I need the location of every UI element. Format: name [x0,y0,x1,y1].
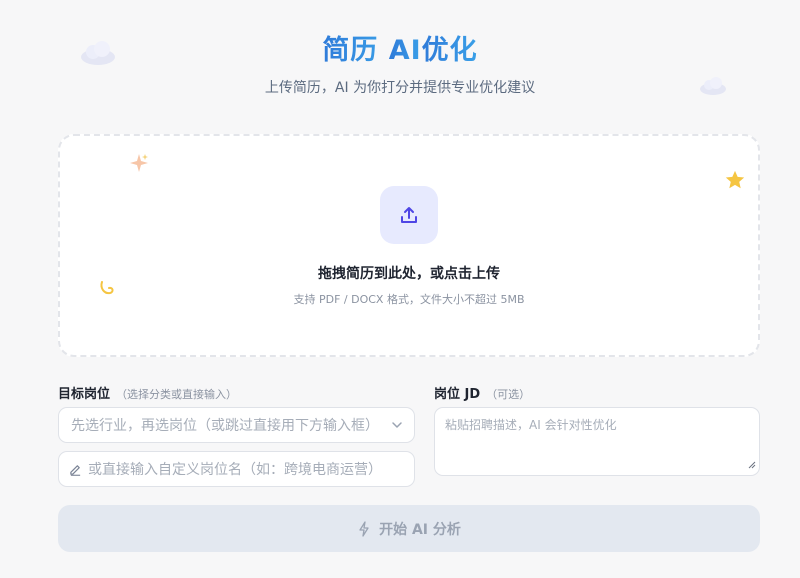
lightning-icon [357,520,371,537]
title-prefix: 简历 [322,35,389,66]
pencil-icon [69,463,82,476]
jd-label: 岗位 JD （可选） [434,383,530,402]
resume-optimizer-page: 简历 AI优化 上传简历，AI 为你打分并提供专业优化建议 拖拽简历到此处，或点… [0,0,800,578]
title-ai: AI [388,35,422,66]
target-position-hint: （选择分类或直接输入） [116,388,238,401]
position-select-placeholder: 先选行业，再选岗位（或跳过直接用下方输入框） [71,418,379,434]
start-analysis-button[interactable]: 开始 AI 分析 [58,505,760,552]
resize-handle-icon[interactable] [748,458,756,472]
page-subtitle: 上传简历，AI 为你打分并提供专业优化建议 [264,80,536,96]
upload-icon[interactable] [380,186,438,244]
target-position-label-text: 目标岗位 [58,387,111,402]
start-analysis-label: 开始 AI 分析 [379,521,461,538]
jd-optional-hint: （可选） [486,388,531,401]
jd-textarea[interactable]: 粘贴招聘描述，AI 会针对性优化 [434,407,760,476]
upload-hint: 支持 PDF / DOCX 格式，文件大小不超过 5MB [293,293,525,306]
title-suffix: 优化 [421,35,478,66]
resume-upload-dropzone[interactable]: 拖拽简历到此处，或点击上传 支持 PDF / DOCX 格式，文件大小不超过 5… [58,134,760,357]
sparkle-icon [128,152,150,178]
jd-placeholder: 粘贴招聘描述，AI 会针对性优化 [445,418,617,432]
custom-position-placeholder: 或直接输入自定义岗位名（如：跨境电商运营） [88,462,382,478]
position-select[interactable]: 先选行业，再选岗位（或跳过直接用下方输入框） [58,407,415,443]
page-title: 简历 AI优化 [0,28,800,67]
custom-position-input[interactable]: 或直接输入自定义岗位名（如：跨境电商运营） [58,451,415,487]
page-header: 简历 AI优化 上传简历，AI 为你打分并提供专业优化建议 [0,28,800,97]
star-icon [724,169,746,195]
jd-label-text: 岗位 JD [434,387,481,402]
upload-title: 拖拽简历到此处，或点击上传 [318,266,500,282]
chevron-down-icon[interactable] [390,418,404,436]
target-position-label: 目标岗位 （选择分类或直接输入） [58,383,237,402]
